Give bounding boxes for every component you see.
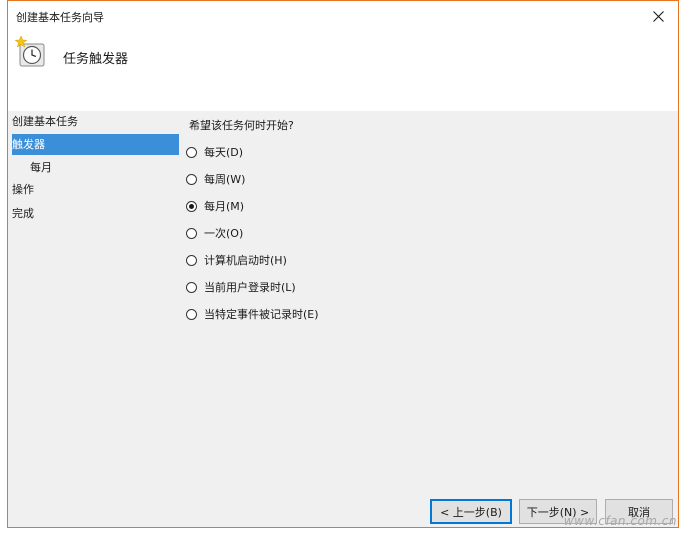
question-label: 希望该任务何时开始?	[189, 119, 294, 132]
radio-user-logon[interactable]	[186, 281, 197, 293]
option-daily-label: 每天(D)	[204, 146, 244, 159]
close-button[interactable]	[638, 1, 678, 31]
wizard-header: 任务触发器	[8, 31, 678, 111]
option-once-label: 一次(O)	[204, 227, 244, 240]
radio-weekly[interactable]	[186, 173, 197, 185]
option-computer-startup[interactable]: 计算机启动时(H)	[186, 250, 287, 270]
option-weekly[interactable]: 每周(W)	[186, 169, 245, 189]
watermark: www.cfan.com.cn	[563, 514, 677, 528]
option-computer-startup-label: 计算机启动时(H)	[204, 254, 287, 267]
wizard-window: 创建基本任务向导 任务触发器 创建基本任务 触发器 每月 操作 完成 希望该任务…	[7, 0, 679, 528]
wizard-body: 创建基本任务 触发器 每月 操作 完成 希望该任务何时开始? 每天(D) 每周(…	[8, 111, 678, 527]
option-weekly-label: 每周(W)	[204, 173, 246, 186]
radio-daily[interactable]	[186, 146, 197, 158]
radio-computer-startup[interactable]	[186, 254, 197, 266]
step-create-basic-task: 创建基本任务	[12, 115, 78, 128]
title-bar: 创建基本任务向导	[8, 1, 678, 31]
option-event-logged-label: 当特定事件被记录时(E)	[204, 308, 319, 321]
radio-event-logged[interactable]	[186, 308, 197, 320]
option-monthly[interactable]: 每月(M)	[186, 196, 244, 216]
back-button[interactable]: < 上一步(B)	[430, 499, 512, 524]
step-action: 操作	[12, 183, 34, 196]
step-finish: 完成	[12, 207, 34, 220]
step-trigger: 触发器	[12, 134, 179, 155]
window-title: 创建基本任务向导	[16, 11, 104, 24]
task-clock-icon	[14, 35, 45, 67]
option-monthly-label: 每月(M)	[204, 200, 245, 213]
option-once[interactable]: 一次(O)	[186, 223, 243, 243]
option-user-logon-label: 当前用户登录时(L)	[204, 281, 296, 294]
radio-monthly[interactable]	[186, 200, 197, 212]
option-user-logon[interactable]: 当前用户登录时(L)	[186, 277, 296, 297]
option-event-logged[interactable]: 当特定事件被记录时(E)	[186, 304, 319, 324]
radio-once[interactable]	[186, 227, 197, 239]
option-daily[interactable]: 每天(D)	[186, 142, 243, 162]
wizard-steps: 创建基本任务 触发器 每月 操作 完成	[8, 111, 183, 527]
step-monthly: 每月	[30, 161, 52, 174]
close-icon	[652, 10, 664, 22]
header-title: 任务触发器	[63, 52, 129, 67]
trigger-panel: 希望该任务何时开始? 每天(D) 每周(W) 每月(M) 一次(O) 计算机启动…	[186, 111, 678, 527]
